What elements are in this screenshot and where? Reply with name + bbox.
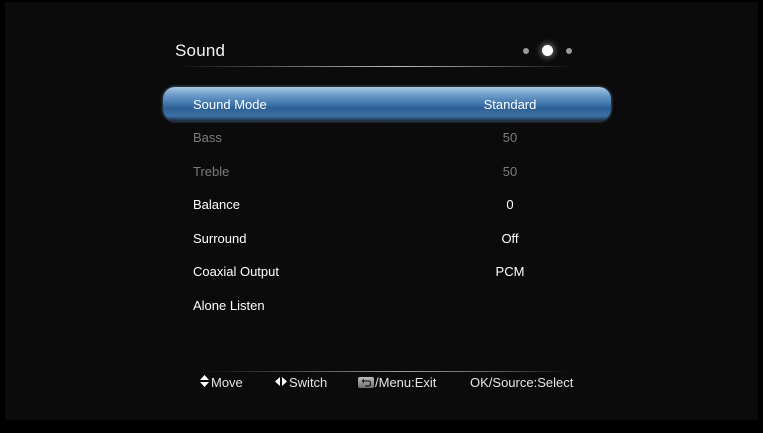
menu-item-bass: Bass 50	[163, 121, 611, 155]
page-dot-2-active	[542, 45, 553, 56]
menu-item-value: 0	[506, 197, 514, 212]
hint-switch: Switch	[275, 375, 327, 390]
menu-item-label: Surround	[193, 230, 247, 246]
menu-item-label: Balance	[193, 197, 240, 212]
menu-item-label: Bass	[193, 130, 222, 145]
menu-item-sound-mode[interactable]: Sound Mode Standard	[163, 87, 611, 121]
key-hints-bar: Move Switch /Menu:Exit OK/Source:Select	[0, 375, 763, 395]
menu-item-label: Coaxial Output	[193, 264, 279, 279]
menu-item-alone-listen[interactable]: Alone Listen	[163, 289, 611, 323]
hint-select: OK/Source:Select	[470, 375, 573, 390]
hint-exit: /Menu:Exit	[358, 375, 436, 390]
menu-item-value: Standard	[483, 97, 537, 112]
menu-item-value: 50	[502, 130, 518, 145]
hint-switch-label: Switch	[289, 375, 328, 390]
up-down-arrows-icon	[200, 375, 209, 390]
left-right-arrows-icon	[275, 376, 287, 389]
menu-item-surround[interactable]: Surround Off	[163, 222, 611, 256]
menu-item-label: Treble	[193, 163, 230, 179]
hint-select-label: OK/Source:Select	[470, 375, 574, 390]
hint-move: Move	[200, 375, 243, 390]
page-dot-1	[523, 48, 529, 54]
sound-menu: Sound Mode Standard Bass 50 Treble 50 Ba…	[163, 87, 611, 322]
page-dot-3	[566, 48, 572, 54]
page-indicator	[519, 44, 579, 58]
title-divider	[175, 66, 575, 67]
menu-item-balance[interactable]: Balance 0	[163, 188, 611, 222]
footer-divider	[200, 371, 570, 372]
page-title: Sound	[175, 41, 226, 60]
menu-item-label: Alone Listen	[193, 297, 265, 313]
hint-move-label: Move	[211, 375, 243, 390]
menu-item-value: 50	[502, 163, 518, 179]
menu-item-label: Sound Mode	[193, 97, 267, 112]
menu-item-treble: Treble 50	[163, 155, 611, 189]
menu-item-value: PCM	[495, 264, 525, 279]
menu-item-value: Off	[501, 230, 519, 246]
menu-item-coaxial-output[interactable]: Coaxial Output PCM	[163, 255, 611, 289]
tv-screen: Sound Sound Mode Standard Bass 50 Treble…	[0, 0, 763, 433]
hint-exit-label: /Menu:Exit	[375, 375, 437, 390]
back-icon	[358, 377, 374, 388]
